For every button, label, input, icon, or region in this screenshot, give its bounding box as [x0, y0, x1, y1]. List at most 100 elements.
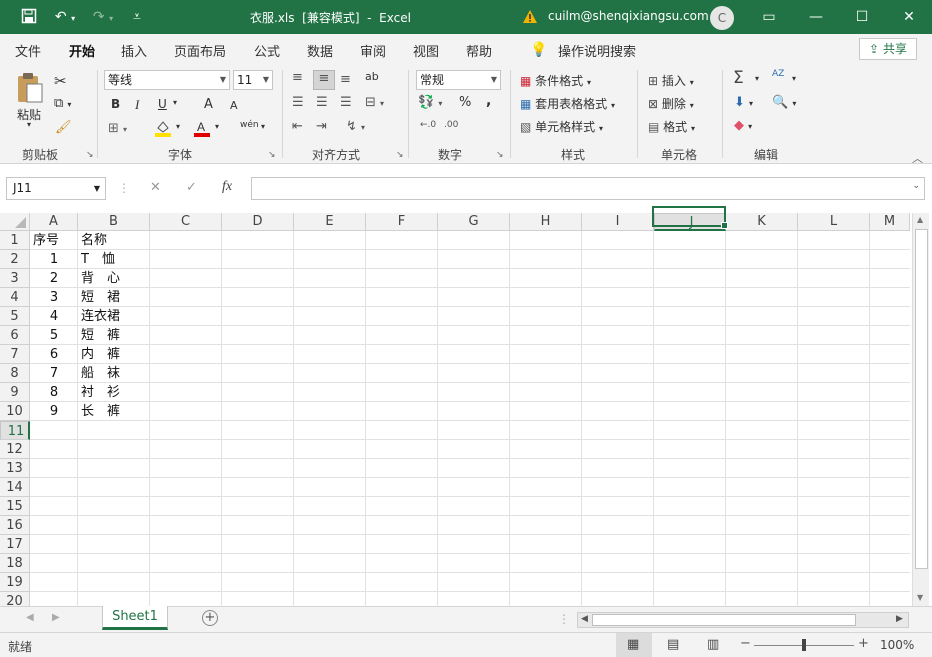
italic-button[interactable]: I [135, 97, 139, 113]
tab-home[interactable]: 开始 [69, 41, 96, 67]
cell-b[interactable]: 船 袜 [81, 364, 120, 383]
column-header[interactable]: A [30, 213, 78, 231]
cell-b[interactable]: 短 裙 [81, 288, 120, 307]
cell-b[interactable]: 名称 [81, 231, 107, 250]
row-header[interactable]: 14 [0, 478, 30, 497]
horizontal-scrollbar[interactable]: ◀ ▶ [577, 612, 909, 628]
cell-b[interactable]: 连衣裙 [81, 307, 120, 326]
name-box[interactable]: J11 ▼ [6, 177, 106, 200]
save-icon[interactable] [20, 8, 38, 26]
underline-button[interactable]: U [158, 97, 167, 111]
font-color-dropdown-icon[interactable]: ▾ [215, 122, 219, 131]
ribbon-display-icon[interactable]: ▭ [746, 0, 792, 34]
tab-review[interactable]: 审阅 [360, 41, 386, 60]
align-middle-icon[interactable]: ≡ [313, 70, 335, 90]
cell-b[interactable]: 背 心 [81, 269, 120, 288]
row-header[interactable]: 13 [0, 459, 30, 478]
format-as-table-button[interactable]: ▦ 套用表格格式 ▾ [520, 95, 615, 112]
scroll-down-icon[interactable]: ▼ [917, 593, 923, 602]
column-header[interactable]: I [582, 213, 654, 231]
currency-icon[interactable]: 💱 ▾ [418, 95, 442, 110]
tab-help[interactable]: 帮助 [466, 41, 492, 60]
row-header[interactable]: 18 [0, 554, 30, 573]
customize-qat-icon[interactable]: ⩡ [128, 8, 146, 26]
minimize-button[interactable]: — [793, 0, 839, 34]
comma-button[interactable]: , [486, 93, 491, 109]
worksheet-grid[interactable]: ABCDEFGHIJKLM 1 2 3 4 5 6 7 8 9 10 11 12 13 14 15 16 17 1… [0, 213, 910, 606]
font-size-select[interactable]: 11 ▼ [233, 70, 273, 90]
zoom-slider-thumb[interactable] [802, 639, 806, 651]
phonetic-dropdown-icon[interactable]: ▾ [261, 122, 265, 131]
grow-font-button[interactable]: A [204, 97, 213, 112]
align-top-icon[interactable]: ≡ [292, 70, 303, 85]
formula-input[interactable]: ⌄ [251, 177, 925, 200]
cell-b[interactable]: T 恤 [81, 250, 115, 269]
format-painter-icon[interactable]: 🖌 [55, 120, 72, 135]
close-button[interactable]: ✕ [886, 0, 932, 34]
font-color-icon[interactable]: A [194, 119, 210, 140]
percent-button[interactable]: % [459, 95, 471, 110]
align-center-icon[interactable]: ☰ [316, 95, 328, 110]
fill-down-icon[interactable]: ⬇ ▾ [734, 95, 753, 110]
row-header[interactable]: 2 [0, 250, 30, 269]
insert-function-button[interactable]: fx [222, 179, 232, 195]
cell-b[interactable]: 衬 衫 [81, 383, 120, 402]
decrease-indent-icon[interactable]: ⇤ [292, 119, 303, 134]
clipboard-launcher-icon[interactable]: ↘ [86, 150, 94, 160]
row-header[interactable]: 8 [0, 364, 30, 383]
autosum-icon[interactable]: Σ [733, 68, 744, 88]
prev-sheet-icon[interactable]: ◀ [26, 612, 34, 623]
align-bottom-icon[interactable]: ≡ [340, 72, 351, 87]
cell-styles-button[interactable]: ▧ 单元格样式 ▾ [520, 118, 603, 135]
tab-view[interactable]: 视图 [413, 41, 439, 60]
row-header[interactable]: 1 [0, 231, 30, 250]
row-header[interactable]: 5 [0, 307, 30, 326]
horizontal-scroll-thumb[interactable] [592, 614, 856, 626]
avatar[interactable]: C [710, 6, 734, 30]
share-button[interactable]: ⇪ 共享 [859, 38, 917, 60]
vertical-scroll-thumb[interactable] [915, 229, 928, 569]
sort-dropdown-icon[interactable]: ▾ [792, 74, 796, 83]
tab-data[interactable]: 数据 [307, 41, 333, 60]
copy-icon[interactable]: ⧉ ▾ [54, 96, 71, 111]
column-header[interactable]: M [870, 213, 910, 231]
row-header[interactable]: 12 [0, 440, 30, 459]
column-header[interactable]: H [510, 213, 582, 231]
collapse-ribbon-icon[interactable]: ︿ [912, 150, 923, 166]
next-sheet-icon[interactable]: ▶ [52, 612, 60, 623]
cell-a[interactable]: 7 [30, 364, 78, 383]
undo-icon[interactable]: ↶ ▾ [50, 8, 80, 26]
find-select-icon[interactable]: 🔍 ▾ [772, 95, 796, 110]
column-header[interactable]: B [78, 213, 150, 231]
number-launcher-icon[interactable]: ↘ [496, 150, 504, 160]
row-header[interactable]: 3 [0, 269, 30, 288]
maximize-button[interactable]: ☐ [839, 0, 885, 34]
column-header[interactable]: G [438, 213, 510, 231]
tab-splitter-icon[interactable]: ⋮ [558, 612, 570, 626]
column-header[interactable]: K [726, 213, 798, 231]
cell-a[interactable]: 序号 [33, 231, 59, 250]
increase-indent-icon[interactable]: ⇥ [316, 119, 327, 134]
zoom-out-button[interactable]: − [740, 636, 751, 651]
cell-a[interactable]: 2 [30, 269, 78, 288]
sort-filter-icon[interactable]: AZ [772, 70, 784, 79]
decrease-decimal-icon[interactable]: .00 [444, 120, 458, 130]
zoom-in-button[interactable]: + [858, 636, 869, 651]
align-left-icon[interactable]: ☰ [292, 95, 304, 110]
fill-color-icon[interactable] [155, 119, 171, 140]
tab-page-layout[interactable]: 页面布局 [174, 41, 226, 60]
warning-icon[interactable] [522, 9, 538, 27]
paste-icon[interactable] [16, 72, 44, 107]
row-header[interactable]: 17 [0, 535, 30, 554]
user-account[interactable]: cuilm@shenqixiangsu.com [548, 9, 709, 23]
column-header[interactable]: E [294, 213, 366, 231]
row-header[interactable]: 10 [0, 402, 30, 421]
row-header[interactable]: 16 [0, 516, 30, 535]
increase-decimal-icon[interactable]: ←.0 [420, 120, 436, 130]
clear-icon[interactable]: ◆ ▾ [734, 118, 752, 133]
column-header[interactable]: F [366, 213, 438, 231]
redo-icon[interactable]: ↷ ▾ [88, 8, 118, 26]
add-sheet-button[interactable]: + [202, 610, 218, 626]
zoom-level[interactable]: 100% [880, 638, 914, 652]
phonetic-icon[interactable]: wén [240, 120, 259, 130]
